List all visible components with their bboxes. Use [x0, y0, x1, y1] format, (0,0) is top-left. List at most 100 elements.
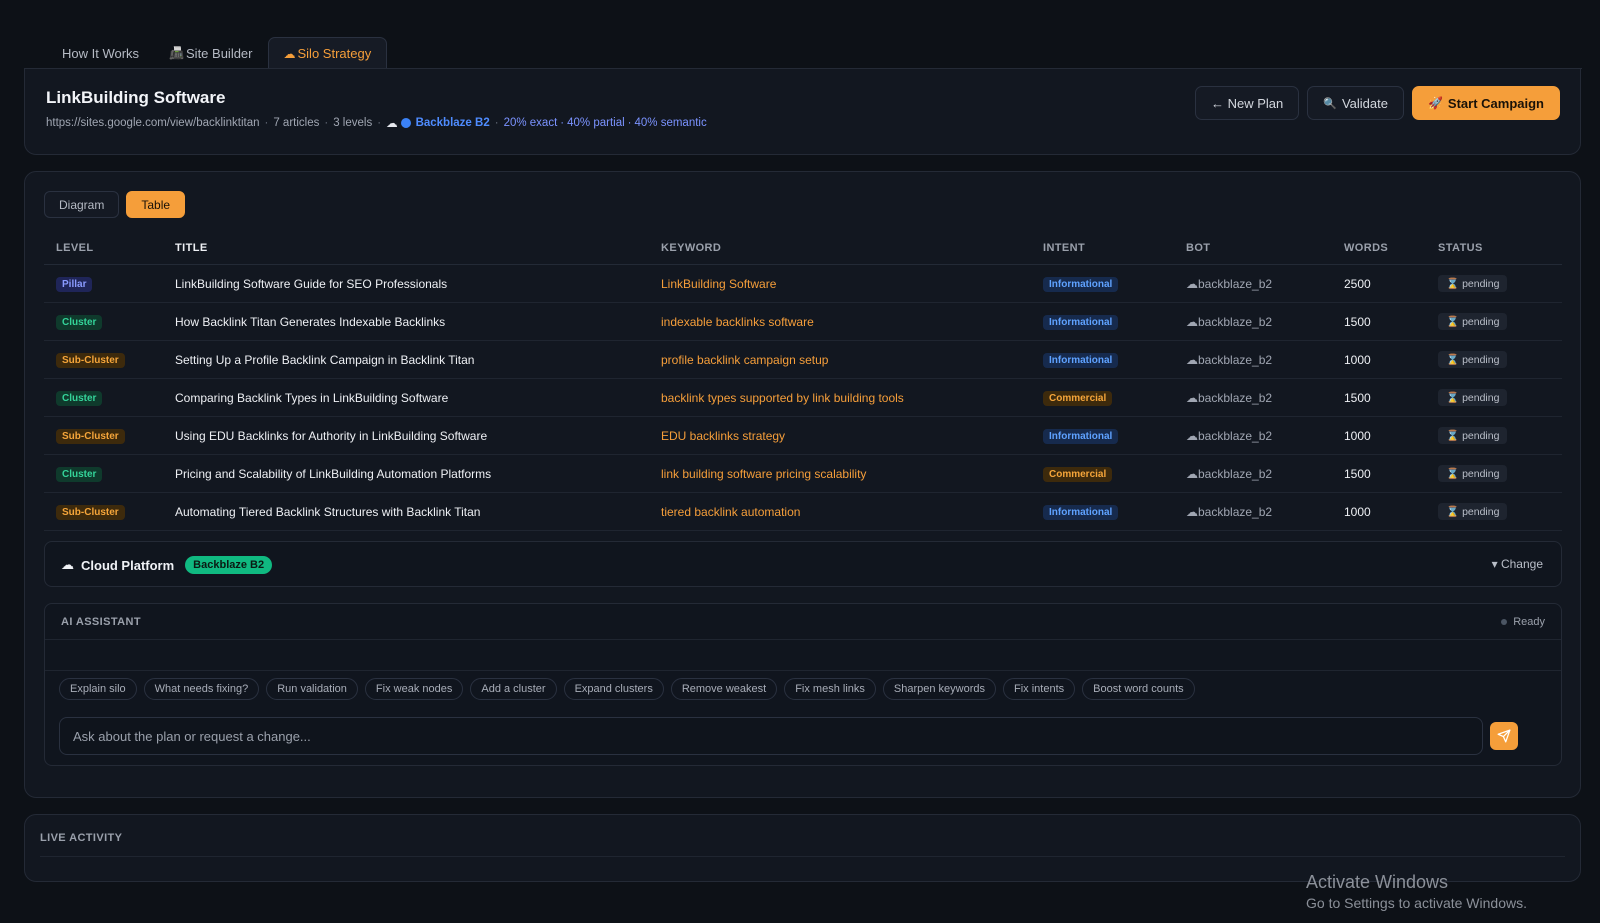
- status-badge: ⌛ pending: [1438, 389, 1508, 406]
- level-cell: Sub-Cluster: [44, 352, 175, 368]
- tab-site-builder[interactable]: 📠 Site Builder: [154, 37, 267, 69]
- live-activity-title: LIVE ACTIVITY: [40, 832, 123, 844]
- status-badge: ⌛ pending: [1438, 313, 1508, 330]
- change-platform-button[interactable]: ▾ Change: [1492, 557, 1543, 571]
- send-icon: [1497, 729, 1511, 743]
- article-title: Automating Tiered Backlink Structures wi…: [175, 504, 481, 519]
- bot-name: ☁backblaze_b2: [1186, 466, 1273, 481]
- suggestion-chip[interactable]: Add a cluster: [470, 678, 557, 700]
- header-intent: INTENT: [1043, 242, 1086, 254]
- suggestion-chip[interactable]: Expand clusters: [563, 678, 664, 700]
- bot-name: ☁backblaze_b2: [1186, 276, 1273, 291]
- suggestion-chip[interactable]: What needs fixing?: [143, 678, 260, 700]
- header-keyword: KEYWORD: [661, 242, 722, 254]
- platform-name: Backblaze B2: [415, 117, 490, 129]
- level-badge: Cluster: [56, 466, 103, 482]
- word-count: 1500: [1344, 314, 1371, 329]
- word-count: 1500: [1344, 390, 1371, 405]
- suggestion-chip[interactable]: Fix weak nodes: [364, 678, 464, 700]
- level-cell: Cluster: [44, 390, 175, 406]
- validate-button[interactable]: 🔍 Validate: [1307, 86, 1404, 120]
- level-cell: Cluster: [44, 314, 175, 330]
- table-row[interactable]: Sub-Cluster Using EDU Backlinks for Autho…: [44, 417, 1562, 455]
- table-row[interactable]: Cluster How Backlink Titan Generates Inde…: [44, 303, 1562, 341]
- suggestion-chip[interactable]: Fix mesh links: [784, 678, 876, 700]
- status-cell: ⌛ pending: [1438, 427, 1562, 444]
- word-count: 1000: [1344, 504, 1371, 519]
- table-view-button[interactable]: Table: [126, 191, 186, 218]
- table-row[interactable]: Cluster Comparing Backlink Types in LinkB…: [44, 379, 1562, 417]
- magnifier-icon: 🔍: [1323, 97, 1337, 110]
- level-cell: Sub-Cluster: [44, 504, 175, 520]
- status-cell: ⌛ pending: [1438, 313, 1562, 330]
- partial-ratio: 40% partial: [567, 117, 625, 129]
- tab-silo-strategy[interactable]: ☁ Silo Strategy: [267, 37, 388, 69]
- suggestion-chip[interactable]: Fix intents: [1003, 678, 1076, 700]
- article-title: Pricing and Scalability of LinkBuilding …: [175, 466, 492, 481]
- hourglass-icon: ⌛: [1446, 278, 1460, 290]
- status-label: pending: [1462, 392, 1500, 404]
- level-cell: Cluster: [44, 466, 175, 482]
- silo-panel: Diagram Table LEVEL TITLE KEYWORD INTENT…: [24, 171, 1581, 798]
- header-bot: BOT: [1186, 242, 1211, 254]
- table-row[interactable]: Cluster Pricing and Scalability of LinkBu…: [44, 455, 1562, 493]
- level-badge: Sub-Cluster: [56, 428, 125, 444]
- meta-separator: ·: [560, 117, 565, 129]
- meta-separator: ·: [627, 117, 632, 129]
- bot-name: ☁backblaze_b2: [1186, 504, 1273, 519]
- meta-separator: ·: [494, 117, 499, 129]
- level-badge: Sub-Cluster: [56, 352, 125, 368]
- send-button[interactable]: [1490, 722, 1518, 750]
- table-row[interactable]: Pillar LinkBuilding Software Guide for SE…: [44, 265, 1562, 303]
- word-count: 1500: [1344, 466, 1371, 481]
- intent-badge: Informational: [1043, 276, 1119, 292]
- header-level: LEVEL: [56, 242, 94, 254]
- header-status: STATUS: [1438, 242, 1483, 254]
- status-cell: ⌛ pending: [1438, 465, 1562, 482]
- diagram-view-button[interactable]: Diagram: [44, 191, 120, 218]
- ai-assistant-header: AI ASSISTANT Ready: [45, 604, 1561, 640]
- suggestion-chip[interactable]: Remove weakest: [670, 678, 778, 700]
- plan-header: LinkBuilding Software https://sites.goog…: [24, 68, 1581, 155]
- table-row[interactable]: Sub-Cluster Setting Up a Profile Backlink…: [44, 341, 1562, 379]
- keyword: backlink types supported by link buildin…: [661, 390, 904, 405]
- intent-badge: Commercial: [1043, 390, 1113, 406]
- suggestion-chip[interactable]: Run validation: [266, 678, 358, 700]
- meta-separator: ·: [324, 117, 329, 129]
- suggestion-chip[interactable]: Sharpen keywords: [882, 678, 996, 700]
- ask-input[interactable]: [59, 717, 1483, 755]
- intent-cell: Informational: [1043, 352, 1186, 368]
- plan-url: https://sites.google.com/view/backlinkti…: [46, 117, 260, 129]
- ai-messages: [45, 640, 1561, 671]
- status-badge: ⌛ pending: [1438, 465, 1508, 482]
- bot-name: ☁backblaze_b2: [1186, 352, 1273, 367]
- fax-icon: 📠: [169, 46, 185, 60]
- header-actions: ← New Plan 🔍 Validate 🚀 Start Campaign: [1195, 86, 1560, 120]
- status-cell: ⌛ pending: [1438, 275, 1562, 292]
- keyword: EDU backlinks strategy: [661, 428, 786, 443]
- intent-badge: Informational: [1043, 314, 1119, 330]
- article-count: 7 articles: [273, 117, 320, 129]
- tab-how-it-works[interactable]: How It Works: [47, 37, 154, 69]
- article-title: Comparing Backlink Types in LinkBuilding…: [175, 390, 449, 405]
- intent-cell: Informational: [1043, 504, 1186, 520]
- article-title: How Backlink Titan Generates Indexable B…: [175, 314, 446, 329]
- new-plan-button[interactable]: ← New Plan: [1195, 86, 1300, 120]
- keyword: indexable backlinks software: [661, 314, 814, 329]
- article-title: Using EDU Backlinks for Authority in Lin…: [175, 428, 488, 443]
- table-row[interactable]: Sub-Cluster Automating Tiered Backlink St…: [44, 493, 1562, 531]
- ai-status-label: Ready: [1513, 616, 1545, 628]
- intent-badge: Informational: [1043, 428, 1119, 444]
- suggestion-chip[interactable]: Explain silo: [59, 678, 137, 700]
- cloud-platform-badge: Backblaze B2: [185, 556, 273, 574]
- status-badge: ⌛ pending: [1438, 275, 1508, 292]
- level-badge: Cluster: [56, 314, 103, 330]
- cloud-platform-section: ☁ Cloud Platform Backblaze B2 ▾ Change: [44, 541, 1562, 587]
- start-campaign-button[interactable]: 🚀 Start Campaign: [1411, 86, 1560, 120]
- level-badge: Pillar: [56, 276, 93, 292]
- suggestion-chip[interactable]: Boost word counts: [1082, 678, 1195, 700]
- bot-name: ☁backblaze_b2: [1186, 428, 1273, 443]
- word-count: 1000: [1344, 428, 1371, 443]
- intent-cell: Informational: [1043, 276, 1186, 292]
- keyword: LinkBuilding Software: [661, 276, 777, 291]
